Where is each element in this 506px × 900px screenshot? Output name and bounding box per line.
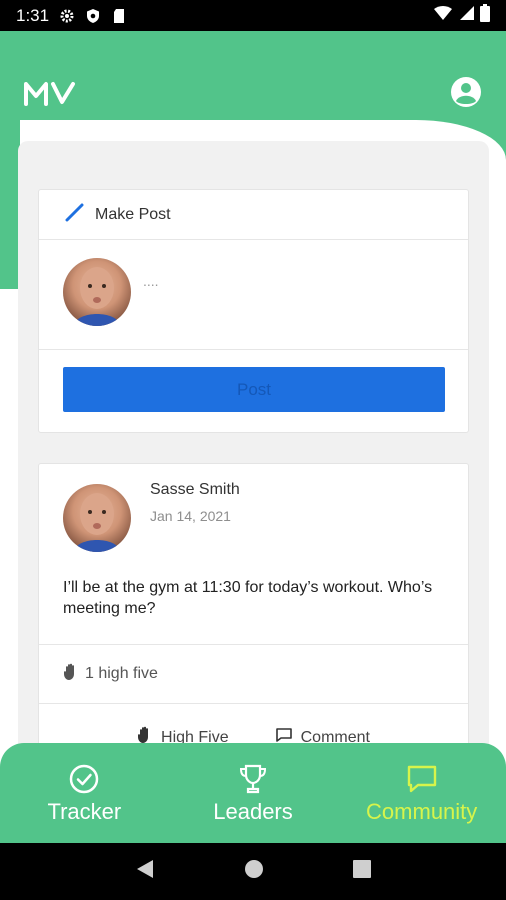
- recents-icon[interactable]: [353, 860, 372, 883]
- nav-tracker[interactable]: Tracker: [0, 743, 169, 843]
- high-five-count: 1 high five: [85, 665, 158, 682]
- system-nav-bar: [0, 843, 506, 900]
- back-icon[interactable]: [135, 858, 155, 885]
- sd-card-icon: [111, 8, 127, 24]
- bottom-nav: Tracker Leaders Community: [0, 743, 506, 843]
- make-post-title: Make Post: [95, 205, 171, 223]
- pencil-icon: [65, 202, 85, 227]
- home-icon[interactable]: [244, 859, 264, 884]
- user-avatar: [63, 258, 131, 326]
- nav-tracker-label: Tracker: [47, 799, 122, 824]
- wifi-icon: [434, 5, 452, 26]
- nav-leaders-label: Leaders: [213, 799, 293, 824]
- post-content: I’ll be at the gym at 11:30 for today’s …: [63, 579, 433, 617]
- nav-leaders[interactable]: Leaders: [169, 743, 338, 843]
- app-logo: [24, 80, 76, 106]
- signal-icon: [458, 5, 474, 26]
- check-circle-icon: [68, 763, 100, 795]
- settings-gear-icon: [59, 8, 75, 24]
- community-feed-container: Make Post .... Post Sasse Smith Jan 14, …: [18, 141, 489, 841]
- author-avatar[interactable]: [63, 484, 131, 552]
- post-button[interactable]: Post: [63, 367, 445, 412]
- trophy-icon: [237, 763, 269, 795]
- make-post-header: Make Post: [39, 190, 468, 240]
- make-post-panel: Make Post .... Post: [38, 189, 469, 433]
- post-author-name[interactable]: Sasse Smith: [150, 481, 240, 499]
- profile-icon[interactable]: [450, 76, 482, 108]
- shield-icon: [85, 8, 101, 24]
- status-bar: 1:31: [0, 0, 506, 31]
- battery-icon: [480, 4, 490, 27]
- header-side-strip: [0, 31, 20, 289]
- post-input[interactable]: ....: [143, 273, 159, 289]
- make-post-body: ....: [39, 240, 468, 350]
- high-five-count-row: 1 high five: [39, 644, 468, 704]
- nav-community-label: Community: [366, 799, 478, 824]
- hand-icon: [63, 663, 79, 686]
- post-date: Jan 14, 2021: [150, 508, 231, 524]
- nav-community[interactable]: Community: [337, 743, 506, 843]
- status-time: 1:31: [16, 5, 50, 25]
- chat-bubble-icon: [406, 763, 438, 795]
